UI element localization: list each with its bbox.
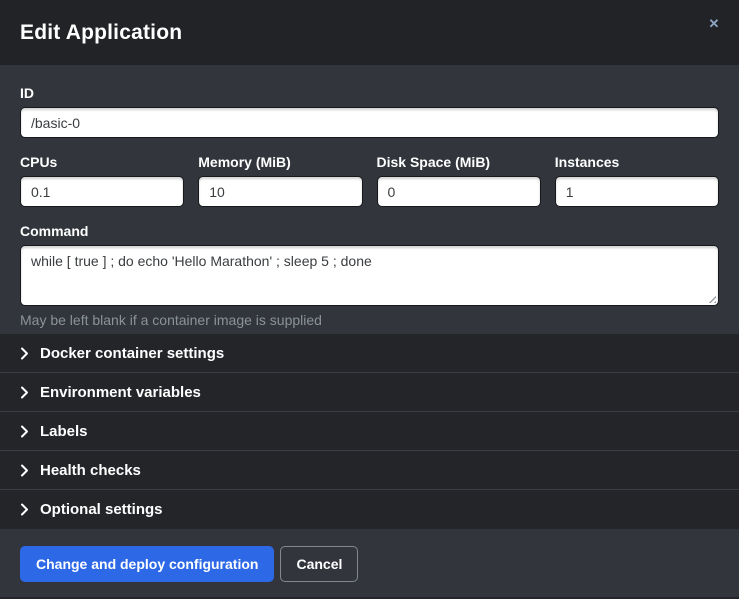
modal-footer: Change and deploy configuration Cancel <box>0 529 739 599</box>
resources-row: CPUs Memory (MiB) Disk Space (MiB) Insta… <box>20 154 719 207</box>
disk-space-input[interactable] <box>377 176 541 207</box>
section-health-checks[interactable]: Health checks <box>0 451 739 490</box>
memory-input[interactable] <box>198 176 362 207</box>
command-field-group: Command while [ true ] ; do echo 'Hello … <box>20 223 719 328</box>
chevron-right-icon <box>20 386 29 399</box>
memory-label: Memory (MiB) <box>198 154 362 170</box>
section-label: Health checks <box>40 462 141 479</box>
modal-title: Edit Application <box>20 21 182 45</box>
cancel-button[interactable]: Cancel <box>280 546 358 582</box>
instances-input[interactable] <box>555 176 719 207</box>
cpus-label: CPUs <box>20 154 184 170</box>
command-help-text: May be left blank if a container image i… <box>20 312 719 328</box>
section-label: Environment variables <box>40 384 201 401</box>
cpus-input[interactable] <box>20 176 184 207</box>
id-field-group: ID <box>20 85 719 138</box>
command-label: Command <box>20 223 719 239</box>
id-label: ID <box>20 85 719 101</box>
instances-field-group: Instances <box>555 154 719 207</box>
section-labels[interactable]: Labels <box>0 412 739 451</box>
instances-label: Instances <box>555 154 719 170</box>
command-textarea[interactable]: while [ true ] ; do echo 'Hello Marathon… <box>20 245 719 306</box>
id-input[interactable] <box>20 107 719 138</box>
section-label: Optional settings <box>40 501 163 518</box>
section-label: Labels <box>40 423 88 440</box>
close-icon: ✕ <box>709 16 720 31</box>
chevron-right-icon <box>20 464 29 477</box>
chevron-right-icon <box>20 425 29 438</box>
memory-field-group: Memory (MiB) <box>198 154 362 207</box>
section-optional-settings[interactable]: Optional settings <box>0 490 739 529</box>
modal-body: ID CPUs Memory (MiB) Disk Space (MiB) In… <box>0 65 739 334</box>
command-textarea-wrap: while [ true ] ; do echo 'Hello Marathon… <box>20 245 719 306</box>
chevron-right-icon <box>20 503 29 516</box>
chevron-right-icon <box>20 347 29 360</box>
collapsible-sections: Docker container settings Environment va… <box>0 334 739 529</box>
disk-space-field-group: Disk Space (MiB) <box>377 154 541 207</box>
disk-space-label: Disk Space (MiB) <box>377 154 541 170</box>
change-and-deploy-button[interactable]: Change and deploy configuration <box>20 546 274 582</box>
close-button[interactable]: ✕ <box>703 13 725 35</box>
section-docker-container-settings[interactable]: Docker container settings <box>0 334 739 373</box>
modal-header: Edit Application ✕ <box>0 0 739 65</box>
cpus-field-group: CPUs <box>20 154 184 207</box>
edit-application-modal: Edit Application ✕ ID CPUs Memory (MiB) … <box>0 0 739 599</box>
section-environment-variables[interactable]: Environment variables <box>0 373 739 412</box>
section-label: Docker container settings <box>40 345 224 362</box>
